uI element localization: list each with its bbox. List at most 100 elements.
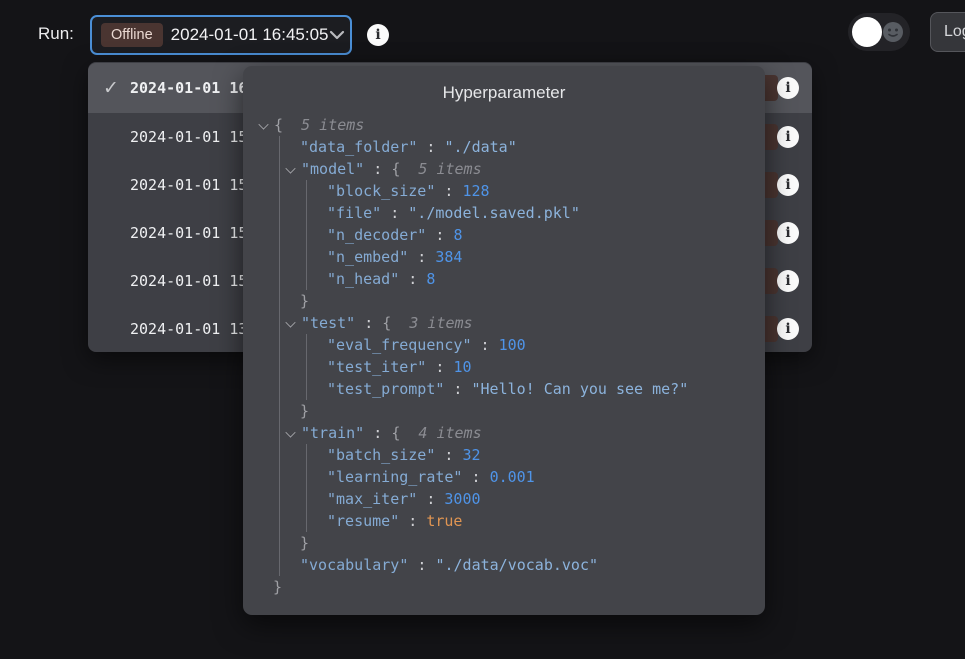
- json-tree-line: "vocabulary" : "./data/vocab.voc": [243, 554, 765, 576]
- json-value: "./data": [445, 138, 517, 156]
- json-colon: :: [426, 358, 453, 376]
- json-close-brace: }: [300, 402, 309, 420]
- json-tree-line: "batch_size" : 32: [243, 444, 765, 466]
- json-key: "learning_rate": [327, 468, 462, 486]
- json-value: "Hello! Can you see me?": [472, 380, 689, 398]
- json-tree-line: "n_head" : 8: [243, 268, 765, 290]
- json-colon: :: [462, 468, 489, 486]
- indent-guide: [306, 444, 307, 532]
- json-colon: :: [435, 182, 462, 200]
- json-items-count: 4 items: [418, 424, 481, 442]
- json-key: "max_iter": [327, 490, 417, 508]
- json-key: "resume": [327, 512, 399, 530]
- json-close-brace: }: [273, 578, 282, 596]
- json-colon: :: [355, 314, 382, 332]
- json-tree-line: "n_decoder" : 8: [243, 224, 765, 246]
- json-open-brace: {: [391, 424, 418, 442]
- json-items-count: 3 items: [409, 314, 472, 332]
- theme-toggle[interactable]: [848, 13, 910, 51]
- info-icon[interactable]: i: [777, 270, 799, 292]
- json-key: "data_folder": [300, 138, 417, 156]
- json-value: "./data/vocab.voc": [435, 556, 598, 574]
- json-key: "file": [327, 204, 381, 222]
- json-key: "batch_size": [327, 446, 435, 464]
- json-tree-line: "model" : { 5 items: [243, 158, 765, 180]
- json-open-brace: {: [274, 116, 301, 134]
- json-colon: :: [417, 138, 444, 156]
- json-value: 384: [435, 248, 462, 266]
- json-open-brace: {: [391, 160, 418, 178]
- collapse-arrow-icon[interactable]: [285, 427, 295, 437]
- json-key: "test_prompt": [327, 380, 444, 398]
- json-colon: :: [444, 380, 471, 398]
- log-button[interactable]: Log: [930, 12, 965, 52]
- json-tree-line: }: [243, 290, 765, 312]
- json-close-brace: }: [300, 292, 309, 310]
- hyperparameter-popover: Hyperparameter { 5 items"data_folder" : …: [243, 66, 765, 615]
- collapse-arrow-icon[interactable]: [285, 317, 295, 327]
- info-icon[interactable]: i: [777, 318, 799, 340]
- json-tree-line: "test_prompt" : "Hello! Can you see me?": [243, 378, 765, 400]
- run-timestamp: 2024-01-01 16: [130, 79, 247, 97]
- info-icon[interactable]: i: [777, 222, 799, 244]
- json-tree-line: "block_size" : 128: [243, 180, 765, 202]
- json-tree-line: "resume" : true: [243, 510, 765, 532]
- info-icon[interactable]: i: [777, 174, 799, 196]
- run-timestamp: 2024-01-01 15: [130, 176, 247, 194]
- run-timestamp: 2024-01-01 13: [130, 320, 247, 338]
- offline-badge: Offline: [101, 23, 163, 47]
- indent-guide: [306, 180, 307, 290]
- json-value: 100: [499, 336, 526, 354]
- json-items-count: 5 items: [418, 160, 481, 178]
- json-key: "n_head": [327, 270, 399, 288]
- popover-title: Hyperparameter: [243, 66, 765, 103]
- json-value: 8: [453, 226, 462, 244]
- indent-guide: [306, 334, 307, 400]
- info-icon[interactable]: i: [777, 77, 799, 99]
- toggle-knob[interactable]: [852, 17, 882, 47]
- json-key: "eval_frequency": [327, 336, 472, 354]
- json-key: "train": [301, 424, 364, 442]
- json-key: "n_embed": [327, 248, 408, 266]
- run-selector[interactable]: Offline 2024-01-01 16:45:05: [90, 15, 352, 55]
- collapse-arrow-icon[interactable]: [285, 163, 295, 173]
- json-tree-line: }: [243, 532, 765, 554]
- run-selector-value: 2024-01-01 16:45:05: [171, 25, 329, 45]
- json-tree-line: "eval_frequency" : 100: [243, 334, 765, 356]
- json-key: "block_size": [327, 182, 435, 200]
- check-icon: ✓: [100, 77, 122, 99]
- json-colon: :: [364, 160, 391, 178]
- json-colon: :: [417, 490, 444, 508]
- run-timestamp: 2024-01-01 15: [130, 224, 247, 242]
- json-tree-line: { 5 items: [243, 114, 765, 136]
- json-value: "./model.saved.pkl": [408, 204, 580, 222]
- json-colon: :: [426, 226, 453, 244]
- chevron-down-icon: [329, 30, 345, 40]
- indent-guide: [279, 136, 280, 576]
- json-key: "n_decoder": [327, 226, 426, 244]
- run-label: Run:: [38, 24, 74, 44]
- json-tree-line: "test" : { 3 items: [243, 312, 765, 334]
- json-tree-line: "train" : { 4 items: [243, 422, 765, 444]
- json-value: 10: [453, 358, 471, 376]
- json-tree-line: "n_embed" : 384: [243, 246, 765, 268]
- json-tree-line: }: [243, 576, 765, 598]
- json-value: 3000: [444, 490, 480, 508]
- json-tree-line: "data_folder" : "./data": [243, 136, 765, 158]
- json-colon: :: [364, 424, 391, 442]
- json-key: "model": [301, 160, 364, 178]
- json-colon: :: [399, 512, 426, 530]
- json-value: true: [426, 512, 462, 530]
- json-value: 128: [462, 182, 489, 200]
- json-key: "test_iter": [327, 358, 426, 376]
- json-items-count: 5 items: [301, 116, 364, 134]
- json-tree-line: "max_iter" : 3000: [243, 488, 765, 510]
- json-colon: :: [435, 446, 462, 464]
- json-key: "test": [301, 314, 355, 332]
- json-colon: :: [381, 204, 408, 222]
- json-tree-line: "learning_rate" : 0.001: [243, 466, 765, 488]
- info-icon[interactable]: i: [367, 24, 389, 46]
- info-icon[interactable]: i: [777, 126, 799, 148]
- json-colon: :: [472, 336, 499, 354]
- collapse-arrow-icon[interactable]: [258, 119, 268, 129]
